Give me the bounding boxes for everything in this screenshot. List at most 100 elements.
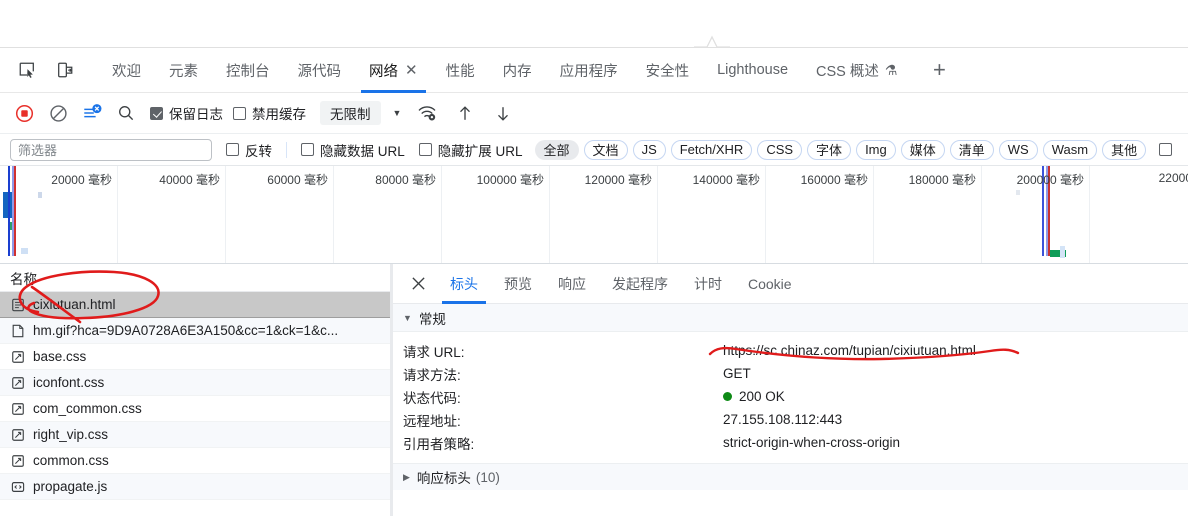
- checkbox-box[interactable]: [233, 106, 246, 120]
- pill-label: 文档: [592, 143, 619, 158]
- filter-toggle-button[interactable]: [78, 99, 106, 127]
- general-section-header[interactable]: ▼ 常规: [393, 304, 1188, 332]
- tab-label: 应用程序: [559, 63, 618, 80]
- type-filter-css[interactable]: CSS: [757, 139, 803, 160]
- type-filter-fetch-xhr[interactable]: Fetch/XHR: [670, 139, 753, 160]
- request-name: right_vip.css: [33, 427, 109, 442]
- type-filter-manifest[interactable]: 清单: [949, 139, 994, 160]
- tab-console[interactable]: 控制台: [212, 48, 284, 93]
- overview-gridline: [657, 166, 658, 263]
- overview-tick-label: 60000 毫秒: [267, 173, 328, 187]
- inspect-element-icon[interactable]: [12, 55, 42, 85]
- request-name: hm.gif?hca=9D9A0728A6E3A150&cc=1&ck=1&c.…: [33, 323, 339, 338]
- checkbox-box[interactable]: [150, 106, 163, 120]
- overview-tick-label: 100000 毫秒: [476, 173, 544, 187]
- overview-tick-label: 200000 毫秒: [1016, 173, 1084, 187]
- devtools-window: 欢迎 元素 控制台 源代码 网络 ✕ 性能 内存 应用程序 安全性 Lighth…: [0, 0, 1188, 516]
- clear-network-log-button[interactable]: [44, 99, 72, 127]
- type-filter-media[interactable]: 媒体: [900, 139, 945, 160]
- pill-label: Img: [865, 142, 887, 157]
- tab-memory[interactable]: 内存: [489, 48, 546, 93]
- import-har-icon[interactable]: [451, 99, 479, 127]
- type-filter-img[interactable]: Img: [856, 139, 896, 160]
- tab-css-overview[interactable]: CSS 概述 ⚗: [802, 48, 911, 93]
- add-tab-button[interactable]: +: [921, 52, 957, 88]
- checkbox-box[interactable]: [301, 143, 314, 156]
- close-icon[interactable]: ✕: [405, 63, 418, 78]
- detail-tab-headers[interactable]: 标头: [437, 264, 491, 304]
- request-row[interactable]: common.css: [0, 448, 390, 474]
- preserve-log-checkbox[interactable]: 保留日志: [150, 103, 223, 123]
- type-filter-wasm[interactable]: Wasm: [1042, 139, 1098, 160]
- pill-label: WS: [1007, 142, 1029, 157]
- overview-gridline: [225, 166, 226, 263]
- search-button[interactable]: [112, 99, 140, 127]
- detail-row-status-code: 状态代码: 200 OK: [393, 385, 1188, 408]
- row-key: 远程地址:: [403, 413, 461, 429]
- request-row[interactable]: base.css: [0, 344, 390, 370]
- tab-lighthouse[interactable]: Lighthouse: [703, 48, 802, 93]
- overview-tick-label: 120000 毫秒: [584, 173, 652, 187]
- status-text: 200 OK: [739, 389, 785, 404]
- tab-sources[interactable]: 源代码: [284, 48, 356, 93]
- request-bar: [21, 248, 28, 254]
- device-toolbar-icon[interactable]: [50, 55, 80, 85]
- tab-label: 元素: [169, 63, 198, 80]
- tab-label: 源代码: [297, 63, 342, 80]
- request-row[interactable]: right_vip.css: [0, 422, 390, 448]
- tab-welcome[interactable]: 欢迎: [98, 48, 155, 93]
- request-name: com_common.css: [33, 401, 142, 416]
- chevron-down-icon[interactable]: ▼: [393, 108, 402, 118]
- detail-tab-response[interactable]: 响应: [545, 264, 599, 304]
- type-filter-font[interactable]: 字体: [807, 139, 852, 160]
- detail-tab-preview[interactable]: 预览: [491, 264, 545, 304]
- request-row[interactable]: hm.gif?hca=9D9A0728A6E3A150&cc=1&ck=1&c.…: [0, 318, 390, 344]
- throttling-dropdown[interactable]: 无限制: [320, 101, 381, 125]
- request-row[interactable]: cixiutuan.html: [0, 292, 390, 318]
- request-name: cixiutuan.html: [33, 297, 116, 312]
- type-filter-ws[interactable]: WS: [998, 139, 1038, 160]
- response-headers-section-header[interactable]: ▶ 响应标头 (10): [393, 463, 1188, 490]
- network-overview-timeline[interactable]: 20000 毫秒 40000 毫秒 60000 毫秒 80000 毫秒 100000 毫…: [0, 166, 1188, 264]
- type-filter-js[interactable]: JS: [632, 139, 666, 160]
- tab-application[interactable]: 应用程序: [546, 48, 632, 93]
- row-key: 引用者策略:: [403, 436, 475, 452]
- filter-input[interactable]: 筛选器: [10, 138, 212, 161]
- type-filter-other[interactable]: 其他: [1102, 139, 1147, 160]
- detail-tabbar: 标头 预览 响应 发起程序 计时 Cookie: [393, 264, 1188, 304]
- hide-extension-urls-checkbox[interactable]: 隐藏扩展 URL: [418, 140, 523, 160]
- pill-label: JS: [641, 142, 657, 157]
- invert-checkbox[interactable]: 反转: [226, 140, 272, 160]
- export-har-icon[interactable]: [489, 99, 517, 127]
- request-row[interactable]: propagate.js: [0, 474, 390, 500]
- pill-label: 媒体: [909, 143, 936, 158]
- blocked-requests-checkbox[interactable]: [1159, 143, 1173, 156]
- tab-label: 网络: [369, 63, 398, 80]
- resize-handle[interactable]: [694, 34, 730, 48]
- detail-tab-cookies[interactable]: Cookie: [735, 264, 805, 304]
- hide-data-urls-checkbox[interactable]: 隐藏数据 URL: [301, 140, 405, 160]
- checkbox-box[interactable]: [418, 143, 432, 156]
- tab-security[interactable]: 安全性: [632, 48, 704, 93]
- overview-gridline: [333, 166, 334, 263]
- filter-placeholder: 筛选器: [18, 143, 58, 158]
- type-filter-all[interactable]: 全部: [534, 139, 579, 160]
- tab-elements[interactable]: 元素: [155, 48, 212, 93]
- record-stop-button[interactable]: [10, 99, 38, 127]
- request-name: propagate.js: [33, 479, 108, 494]
- tab-performance[interactable]: 性能: [432, 48, 489, 93]
- request-row[interactable]: com_common.css: [0, 396, 390, 422]
- dom-content-loaded-line: [8, 166, 10, 256]
- detail-tab-timing[interactable]: 计时: [681, 264, 735, 304]
- detail-tab-initiator[interactable]: 发起程序: [599, 264, 681, 304]
- type-filter-doc[interactable]: 文档: [583, 139, 628, 160]
- request-row[interactable]: iconfont.css: [0, 370, 390, 396]
- disable-cache-checkbox[interactable]: 禁用缓存: [233, 103, 306, 123]
- checkbox-box[interactable]: [226, 143, 239, 156]
- network-conditions-icon[interactable]: [413, 99, 441, 127]
- close-icon[interactable]: [405, 271, 431, 297]
- row-value[interactable]: https://sc.chinaz.com/tupian/cixiutuan.h…: [723, 343, 976, 358]
- resource-type-filters: 全部 文档 JS Fetch/XHR CSS 字体 Img 媒体 清单 WS W…: [534, 139, 1152, 160]
- tab-network[interactable]: 网络 ✕: [355, 48, 432, 93]
- tab-label: 内存: [502, 63, 532, 80]
